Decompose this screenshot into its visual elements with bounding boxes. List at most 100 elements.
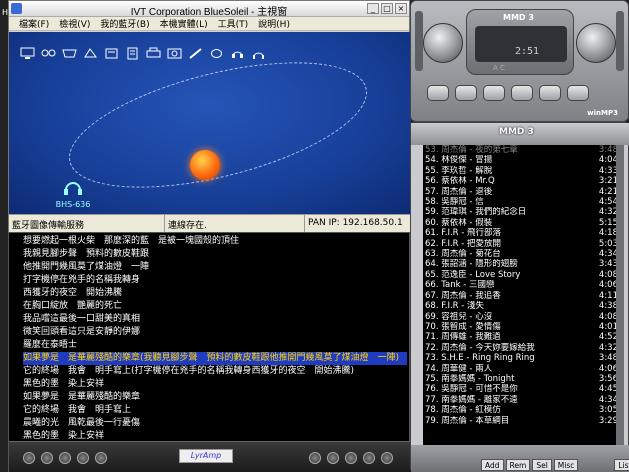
stop-control[interactable]	[77, 452, 89, 464]
add-button[interactable]: Add	[481, 459, 504, 471]
fax-icon[interactable]	[103, 46, 120, 61]
pan-service-icon[interactable]	[40, 46, 57, 61]
file-transfer-icon[interactable]	[124, 46, 141, 61]
next-button[interactable]	[539, 85, 561, 101]
track-row[interactable]: 63. 周杰倫 - 菊花台 4:34	[423, 249, 620, 259]
minimize-button[interactable]: _	[367, 3, 379, 14]
close-button[interactable]: ×	[395, 3, 407, 14]
volume-knob[interactable]	[423, 23, 463, 63]
track-title: 65. 范逸臣 - Love Story	[425, 269, 521, 280]
service-toolbar	[19, 46, 267, 61]
maximize-button[interactable]: □	[381, 3, 393, 14]
title-bar[interactable]: IVT Corporation BlueSoleil - 主視窗 _ □ ×	[9, 1, 409, 18]
audio-gateway-icon[interactable]	[229, 46, 246, 61]
balance-knob[interactable]	[576, 23, 616, 63]
pause-control[interactable]	[59, 452, 71, 464]
track-row[interactable]: 79. 周杰倫 - 本草綱目 3:29	[423, 416, 620, 426]
option-control-4[interactable]	[363, 452, 375, 464]
track-row[interactable]: 78. 周杰倫 - 紅模仿 3:05	[423, 405, 620, 415]
track-row[interactable]: 75. 南拳媽媽 - Tonight 3:56	[423, 374, 620, 384]
hid-icon[interactable]	[208, 46, 225, 61]
track-row[interactable]: 64. 張韶涵 - 隱形的翅膀 3:43	[423, 259, 620, 269]
device-map: BHS-636	[9, 32, 411, 214]
player-display: MMD 3 2:51 A C	[466, 9, 574, 75]
track-title: 64. 張韶涵 - 隱形的翅膀	[425, 259, 518, 270]
status-bar: 藍牙圖像傳輸服務 連線存在. PAN IP: 192.168.50.1	[9, 214, 411, 232]
prev-control[interactable]	[23, 452, 35, 464]
track-title: 55. 李玖哲 - 解脫	[425, 165, 493, 176]
track-row[interactable]: 61. F.I.R - 飛行部落 4:18	[423, 228, 620, 238]
printer-icon[interactable]	[145, 46, 162, 61]
menu-help[interactable]: 說明(H)	[258, 17, 290, 30]
network-service-icon[interactable]	[19, 46, 36, 61]
option-control-2[interactable]	[327, 452, 339, 464]
lyrics-window: 想要燃起一根火柴 那麼深的藍 是被一塊國殼的頂住 我親見腳步聲 預料的數皮鞋跟 他推…	[8, 232, 411, 472]
serial-port-icon[interactable]	[61, 46, 78, 61]
track-row[interactable]: 71. 周傳雄 - 我難過 4:52	[423, 332, 620, 342]
option-control-3[interactable]	[345, 452, 357, 464]
image-transfer-icon[interactable]	[166, 46, 183, 61]
option-control-5[interactable]	[381, 452, 393, 464]
track-row[interactable]: 60. 蔡依林 - 假裝 5:15	[423, 218, 620, 228]
track-row[interactable]: 70. 張智成 - 愛情傷 4:01	[423, 322, 620, 332]
playlist-footer: Add Rem Sel Misc List	[411, 445, 629, 472]
track-row[interactable]: 73. S.H.E - Ring Ring Ring 3:48	[423, 353, 620, 363]
track-row[interactable]: 66. Tank - 三國戀 4:06	[423, 280, 620, 290]
track-row[interactable]: 62. F.I.R - 把愛放開 5:03	[423, 239, 620, 249]
menu-view[interactable]: 檢視(V)	[59, 17, 90, 30]
lyramp-logo[interactable]: LyrAmp	[179, 449, 233, 463]
track-row[interactable]: 56. 蔡依林 - Mr.Q 3:21	[423, 176, 620, 186]
sync-icon[interactable]	[187, 46, 204, 61]
track-row[interactable]: 54. 林俊傑 - 冒揚 4:04	[423, 155, 620, 165]
stop-button[interactable]	[511, 85, 533, 101]
left-handle[interactable]	[415, 11, 423, 71]
lyrics-controls: LyrAmp	[9, 441, 411, 472]
play-button[interactable]	[455, 85, 477, 101]
headset-icon[interactable]	[250, 46, 267, 61]
headphones-icon	[64, 182, 82, 195]
track-row[interactable]: 76. 吳靜冠 - 可惜不是你 4:45	[423, 384, 620, 394]
track-row[interactable]: 72. 周杰倫 - 今天妳要嫁給我 4:32	[423, 343, 620, 353]
track-title: 71. 周傳雄 - 我難過	[425, 332, 501, 343]
right-handle[interactable]	[616, 11, 624, 71]
track-row[interactable]: 59. 范瑋琪 - 我們的紀念日 4:32	[423, 207, 620, 217]
track-row[interactable]: 68. F.I.R - 淺失 4:38	[423, 301, 620, 311]
track-title: 70. 張智成 - 愛情傷	[425, 321, 501, 332]
track-row[interactable]: 67. 周杰倫 - 我追香 4:11	[423, 291, 620, 301]
option-control-1[interactable]	[309, 452, 321, 464]
local-device-sun[interactable]	[190, 150, 220, 180]
menu-my-bluetooth[interactable]: 我的藍牙(B)	[100, 17, 149, 30]
window-title: IVT Corporation BlueSoleil - 主視窗	[130, 7, 288, 18]
remote-device[interactable]: BHS-636	[53, 178, 93, 209]
track-row[interactable]: 77. 南拳媽媽 - 離家不遠 4:34	[423, 395, 620, 405]
select-button[interactable]: Sel	[532, 459, 552, 471]
track-title: 56. 蔡依林 - Mr.Q	[425, 176, 495, 187]
track-row[interactable]: 74. 周華健 - 兩人 4:06	[423, 364, 620, 374]
next-control[interactable]	[95, 452, 107, 464]
track-row[interactable]: 69. 容祖兒 - 心沒 4:08	[423, 312, 620, 322]
menu-tools[interactable]: 工具(T)	[218, 17, 249, 30]
track-row[interactable]: 57. 周杰倫 - 退後 4:21	[423, 187, 620, 197]
misc-button[interactable]: Misc	[553, 459, 579, 471]
menu-file[interactable]: 檔案(F)	[19, 17, 49, 30]
prev-button[interactable]	[427, 85, 449, 101]
lyric-line: 打字機停在兇手的名稱我轉身	[23, 275, 141, 285]
eject-button[interactable]	[567, 85, 589, 101]
track-list[interactable]: 53. 周杰倫 - 夜的第七章 3:48 54. 林俊傑 - 冒揚 4:04 55. 李…	[423, 145, 620, 445]
track-row[interactable]: 53. 周杰倫 - 夜的第七章 3:48	[423, 145, 620, 155]
track-row[interactable]: 65. 范逸臣 - Love Story 4:08	[423, 270, 620, 280]
lyric-line: 在胸口綻放 艷麗的死亡	[23, 301, 123, 311]
dialup-icon[interactable]	[82, 46, 99, 61]
track-row[interactable]: 55. 李玖哲 - 解脫 4:33	[423, 166, 620, 176]
play-control[interactable]	[41, 452, 53, 464]
play-time: 2:51	[515, 46, 540, 57]
pause-button[interactable]	[483, 85, 505, 101]
playlist-scrollbar[interactable]	[616, 145, 624, 445]
track-row[interactable]: 58. 吳靜冠 - 信 4:54	[423, 197, 620, 207]
device-label: BHS-636	[55, 200, 91, 209]
remove-button[interactable]: Rem	[505, 459, 531, 471]
list-button[interactable]: List	[614, 459, 629, 471]
playlist-header[interactable]: MMD 3	[411, 123, 629, 145]
menu-local-device[interactable]: 本機實體(L)	[160, 17, 208, 30]
track-title: 76. 吳靜冠 - 可惜不是你	[425, 384, 518, 395]
